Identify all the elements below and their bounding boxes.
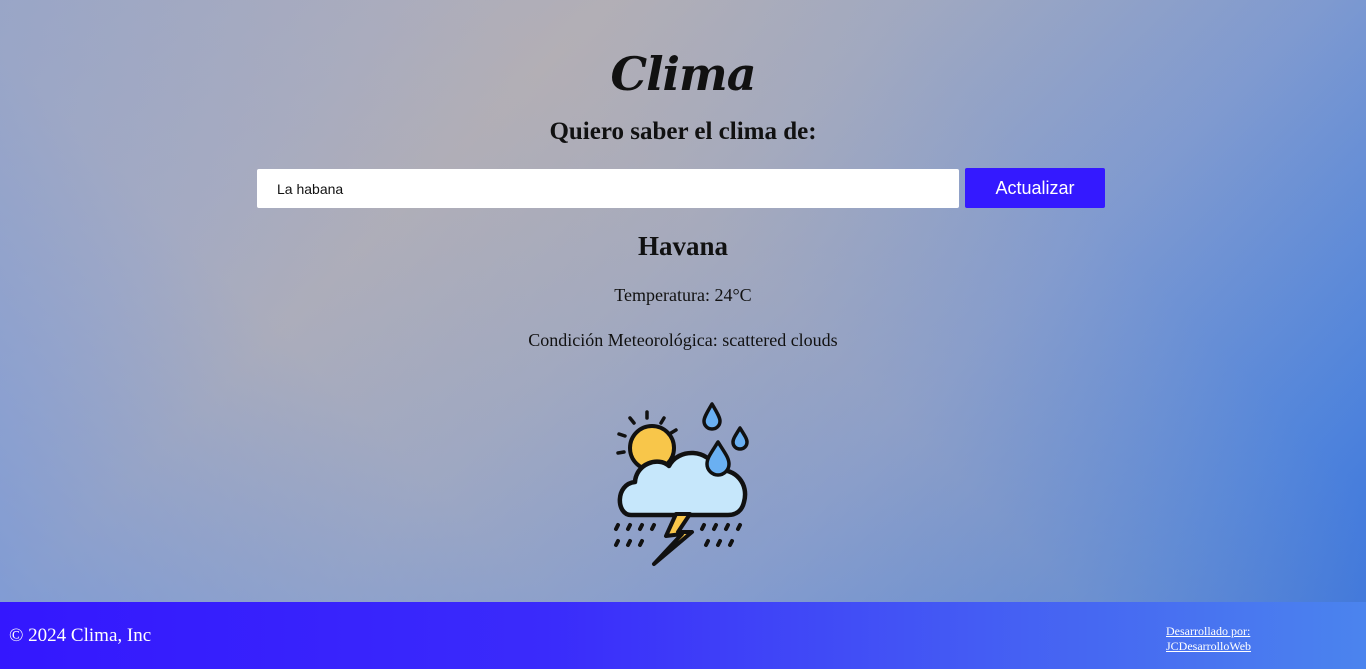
- city-search-input[interactable]: [257, 169, 959, 208]
- city-name: Havana: [637, 231, 729, 261]
- update-button[interactable]: Actualizar: [965, 168, 1105, 208]
- credit-link-label[interactable]: Desarrollado por:: [1166, 624, 1251, 639]
- app-title: Clima: [610, 47, 756, 101]
- footer: © 2024 Clima, Inc Desarrollado por: JCDe…: [0, 602, 1366, 669]
- temperature-text: Temperatura: 24°C: [614, 285, 752, 305]
- main-content: Clima Quiero saber el clima de: Actualiz…: [0, 0, 1366, 602]
- search-prompt: Quiero saber el clima de:: [549, 118, 817, 145]
- sun-cloud-rain-thunderstorm-icon: [614, 402, 749, 566]
- condition-text: Condición Meteorológica: scattered cloud…: [528, 330, 838, 350]
- credit-link-name[interactable]: JCDesarrolloWeb: [1166, 639, 1251, 654]
- copyright-text: © 2024 Clima, Inc: [9, 625, 152, 646]
- developer-credits: Desarrollado por: JCDesarrolloWeb: [1166, 624, 1251, 654]
